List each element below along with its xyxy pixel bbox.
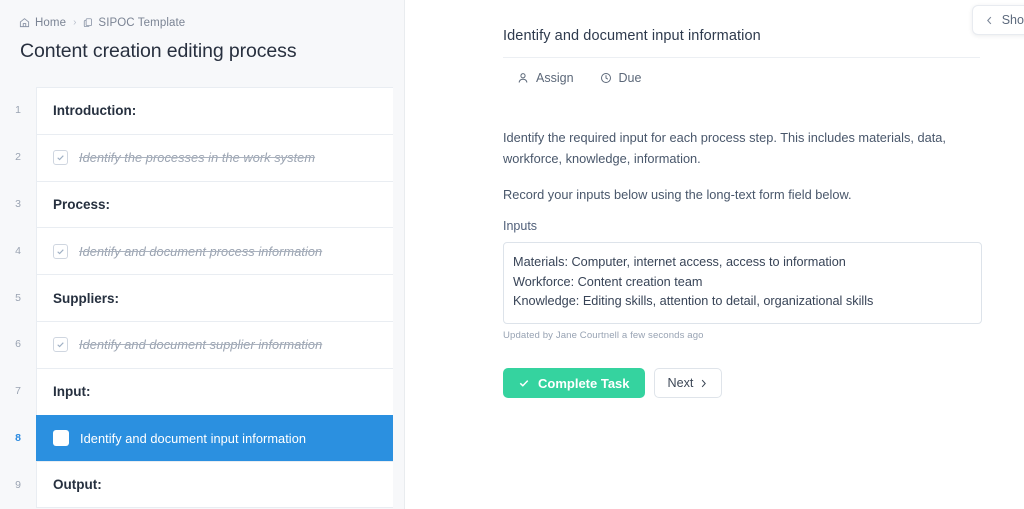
assign-label: Assign <box>536 71 574 85</box>
next-button[interactable]: Next <box>653 368 723 398</box>
checklist-section-heading[interactable]: Suppliers: <box>36 274 393 321</box>
checklist: 1 Introduction: 2 Identify the processes in… <box>0 87 404 509</box>
checklist-heading-label: Output: <box>53 477 102 493</box>
checklist-task-item[interactable]: Identify the processes in the work syste… <box>36 133 393 181</box>
copy-icon <box>83 17 93 28</box>
page-title: Content creation editing process <box>20 40 297 62</box>
next-label: Next <box>667 376 694 390</box>
breadcrumb-separator: › <box>73 17 77 28</box>
inputs-text-line: Workforce: Content creation team <box>513 274 703 289</box>
inputs-text-line: Materials: Computer, internet access, ac… <box>513 255 846 269</box>
checklist-row[interactable]: 5 Suppliers: <box>0 274 404 321</box>
breadcrumb-home-label: Home <box>35 16 67 29</box>
chevron-right-icon <box>699 378 708 389</box>
clock-icon <box>600 72 612 84</box>
show-panel-label: Show <box>1001 13 1024 27</box>
checklist-row-number: 4 <box>0 227 36 275</box>
task-checkbox-unchecked[interactable] <box>53 430 69 447</box>
task-checkbox-checked[interactable] <box>53 150 68 166</box>
checklist-heading-label: Process: <box>53 196 111 212</box>
checklist-section-heading[interactable]: Process: <box>36 180 393 228</box>
task-header: Identify and document input information … <box>503 28 980 85</box>
breadcrumb-template-label: SIPOC Template <box>98 16 186 29</box>
complete-task-label: Complete Task <box>538 375 630 391</box>
checklist-row-number: 8 <box>0 414 36 462</box>
inputs-textarea[interactable]: Materials: Computer, internet access, ac… <box>503 242 982 324</box>
checklist-section-heading[interactable]: Introduction: <box>36 87 393 134</box>
inputs-text-line: Knowledge: Editing skills, attention to … <box>513 294 874 308</box>
breadcrumb: Home › SIPOC Template <box>0 0 404 30</box>
description-paragraph: Identify the required input for each pro… <box>503 130 946 166</box>
checklist-row[interactable]: 3 Process: <box>0 180 404 228</box>
checklist-row-number: 9 <box>0 461 36 509</box>
task-description: Identify the required input for each pro… <box>503 127 955 220</box>
inputs-field-block: Inputs Materials: Computer, internet acc… <box>503 219 982 341</box>
due-label: Due <box>618 71 642 85</box>
checklist-row-number: 1 <box>0 87 36 134</box>
assign-button[interactable]: Assign <box>517 71 574 85</box>
due-button[interactable]: Due <box>600 71 642 85</box>
checklist-row[interactable]: 9 Output: <box>0 461 404 509</box>
inputs-updated-note: Updated by Jane Courtnell a few seconds … <box>503 329 704 341</box>
checklist-task-label: Identify the processes in the work syste… <box>79 150 316 166</box>
checklist-heading-label: Input: <box>53 384 91 400</box>
checklist-section-heading[interactable]: Input: <box>36 367 393 415</box>
checklist-row[interactable]: 7 Input: <box>0 367 404 415</box>
checklist-heading-label: Suppliers: <box>53 290 120 306</box>
checklist-row-number: 3 <box>0 180 36 228</box>
task-detail-panel: Show Identify and document input informa… <box>405 0 1024 509</box>
checklist-task-label: Identify and document process informatio… <box>79 243 323 259</box>
checklist-row[interactable]: 8 Identify and document input information <box>0 414 404 462</box>
checklist-row[interactable]: 2 Identify the processes in the work syst… <box>0 133 404 181</box>
complete-task-button[interactable]: Complete Task <box>503 368 645 398</box>
breadcrumb-template[interactable]: SIPOC Template <box>83 17 185 29</box>
description-paragraph: Record your inputs below using the long-… <box>503 187 852 202</box>
checklist-row-number: 2 <box>0 133 36 181</box>
checklist-task-label: Identify and document supplier informati… <box>79 337 323 353</box>
checklist-row[interactable]: 4 Identify and document process informati… <box>0 227 404 275</box>
task-checkbox-checked[interactable] <box>53 243 68 259</box>
show-panel-button[interactable]: Show <box>971 5 1024 35</box>
checklist-task-item[interactable]: Identify and document process informatio… <box>36 227 393 275</box>
checklist-row[interactable]: 6 Identify and document supplier informat… <box>0 320 404 368</box>
breadcrumb-home[interactable]: Home <box>19 17 66 29</box>
checklist-heading-label: Introduction: <box>53 103 137 119</box>
task-meta-row: Assign Due <box>503 58 980 85</box>
chevron-left-icon <box>985 15 994 26</box>
check-icon <box>518 377 530 389</box>
app-root: Home › SIPOC Template Content creation e… <box>0 0 1024 509</box>
task-actions: Complete Task Next <box>503 368 723 398</box>
checklist-row[interactable]: 1 Introduction: <box>0 87 404 134</box>
checklist-task-item[interactable]: Identify and document supplier informati… <box>36 320 393 368</box>
checklist-task-item[interactable]: Identify and document input information <box>36 414 393 462</box>
checklist-row-number: 6 <box>0 320 36 368</box>
inputs-field-label: Inputs <box>503 219 538 233</box>
person-icon <box>517 72 529 84</box>
checklist-sidebar: Home › SIPOC Template Content creation e… <box>0 0 405 509</box>
home-icon <box>19 17 30 28</box>
task-title: Identify and document input information <box>503 28 980 58</box>
checklist-task-label: Identify and document input information <box>80 430 307 446</box>
checklist-row-number: 7 <box>0 367 36 415</box>
checklist-row-number: 5 <box>0 274 36 321</box>
checklist-section-heading[interactable]: Output: <box>36 461 393 509</box>
task-checkbox-checked[interactable] <box>53 337 68 353</box>
